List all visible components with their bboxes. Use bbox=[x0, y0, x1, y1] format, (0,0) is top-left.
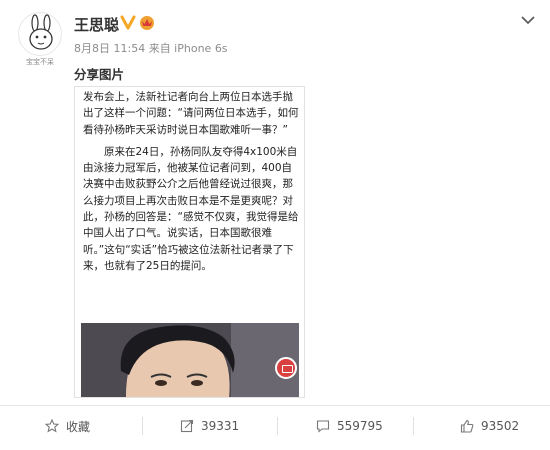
comment-icon bbox=[316, 420, 330, 433]
shared-image[interactable]: 发布会上，法新社记者向台上两位日本选手抛出了这样一个问题：“请问两位日本选手，如… bbox=[74, 86, 305, 398]
article-paragraph: 原来在24日，孙杨同队友夺得4x100米自由泳接力冠军后，他被某位记者问到，40… bbox=[83, 145, 299, 272]
avatar-caption: 宝宝不呆 bbox=[26, 58, 54, 66]
comment-count: 559795 bbox=[337, 419, 383, 433]
crown-icon[interactable] bbox=[138, 13, 156, 31]
comment-bubble-icon[interactable] bbox=[275, 357, 297, 379]
username[interactable]: 王思聪 bbox=[74, 14, 119, 35]
repost-count: 39331 bbox=[201, 419, 240, 433]
like-icon bbox=[460, 419, 474, 433]
avatar[interactable] bbox=[18, 12, 62, 56]
favorite-label: 收藏 bbox=[66, 419, 91, 434]
avatar-icon bbox=[29, 14, 53, 50]
portrait-image bbox=[81, 323, 299, 397]
repost-button[interactable]: 39331 bbox=[180, 406, 239, 446]
more-options-icon[interactable] bbox=[520, 14, 536, 26]
divider bbox=[277, 417, 278, 435]
repost-icon bbox=[180, 419, 194, 433]
divider bbox=[142, 417, 143, 435]
divider bbox=[413, 417, 414, 435]
article-paragraph: 发布会上，法新社记者向台上两位日本选手抛出了这样一个问题：“请问两位日本选手，如… bbox=[83, 91, 299, 136]
like-button[interactable]: 93502 bbox=[460, 406, 519, 446]
favorite-button[interactable]: 收藏 bbox=[45, 406, 90, 446]
post-text: 分享图片 bbox=[74, 67, 125, 82]
photo bbox=[81, 323, 299, 397]
like-count: 93502 bbox=[481, 419, 520, 433]
article-text: 发布会上，法新社记者向台上两位日本选手抛出了这样一个问题：“请问两位日本选手，如… bbox=[83, 89, 301, 274]
comment-button[interactable]: 559795 bbox=[316, 406, 383, 446]
verified-icon bbox=[120, 15, 136, 30]
action-bar: 收藏 39331 559795 93502 bbox=[0, 405, 550, 450]
post-meta: 8月8日 11:54 来自 iPhone 6s bbox=[74, 42, 228, 55]
star-icon bbox=[45, 419, 59, 433]
